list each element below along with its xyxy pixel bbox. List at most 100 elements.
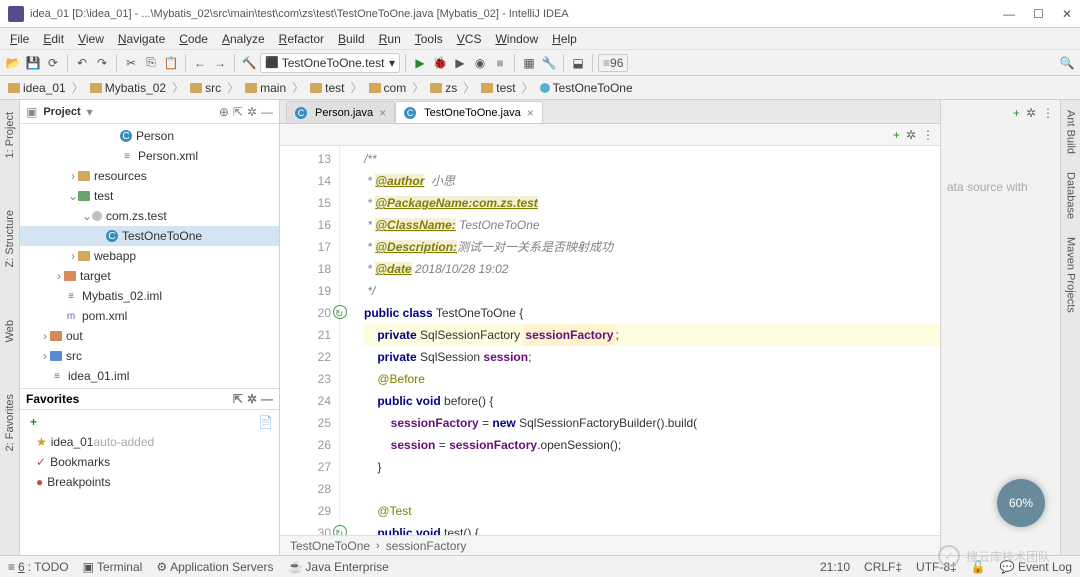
collapse-icon[interactable]: ⇱	[233, 105, 243, 119]
rtab-Ant Build[interactable]: Ant Build	[1065, 106, 1077, 158]
tree-test[interactable]: ⌄test	[20, 186, 279, 206]
crumb-src[interactable]: src	[186, 81, 225, 95]
ltab-2: Favorites[interactable]: 2: Favorites	[4, 388, 16, 457]
vcs-icon[interactable]: ⬓	[569, 54, 587, 72]
rpane-more-icon[interactable]: ⋮	[1042, 106, 1054, 120]
fav-expand-icon[interactable]: ⇱	[233, 392, 243, 406]
tree-Person[interactable]: CPerson	[20, 126, 279, 146]
ltab-1: Project[interactable]: 1: Project	[4, 106, 16, 164]
menu-help[interactable]: Help	[546, 30, 583, 48]
tab-Person.java[interactable]: CPerson.java×	[286, 101, 395, 123]
navbar: idea_01〉Mybatis_02〉src〉main〉test〉com〉zs〉…	[0, 76, 1080, 100]
crumb-test[interactable]: test	[306, 81, 348, 95]
paste-icon[interactable]: 📋	[162, 54, 180, 72]
tree-target[interactable]: ›target	[20, 266, 279, 286]
btab-TODO[interactable]: ≡6: TODO	[8, 560, 69, 574]
btab-Terminal[interactable]: ▣Terminal	[83, 560, 143, 574]
fav-Bookmarks[interactable]: ✓Bookmarks	[20, 452, 279, 472]
tree-src[interactable]: ›src	[20, 346, 279, 366]
editor-tabs: CPerson.java×CTestOneToOne.java×	[280, 100, 940, 124]
scroll-from-icon[interactable]: ⊕	[219, 105, 229, 119]
tree-out[interactable]: ›out	[20, 326, 279, 346]
crumb-main[interactable]: main	[241, 81, 290, 95]
tree-idea_01.iml[interactable]: ≡idea_01.iml	[20, 366, 279, 386]
crumb-idea_01[interactable]: idea_01	[4, 81, 70, 95]
cut-icon[interactable]: ✂	[122, 54, 140, 72]
menu-navigate[interactable]: Navigate	[112, 30, 171, 48]
redo-icon[interactable]: ↷	[93, 54, 111, 72]
code-area[interactable]: /** * @author 小思 * @PackageName:com.zs.t…	[340, 146, 940, 535]
profile-icon[interactable]: ◉	[471, 54, 489, 72]
menu-tools[interactable]: Tools	[409, 30, 449, 48]
project-title: Project	[43, 106, 80, 118]
back-icon[interactable]: ←	[191, 54, 209, 72]
rtab-Database[interactable]: Database	[1065, 168, 1077, 223]
forward-icon[interactable]: →	[211, 54, 229, 72]
fav-hide-icon[interactable]: —	[261, 392, 273, 406]
tree-pom.xml[interactable]: mpom.xml	[20, 306, 279, 326]
menu-edit[interactable]: Edit	[37, 30, 70, 48]
undo-icon[interactable]: ↶	[73, 54, 91, 72]
build-icon[interactable]: 🔨	[240, 54, 258, 72]
settings-icon[interactable]: 🔧	[540, 54, 558, 72]
tree-com.zs.test[interactable]: ⌄com.zs.test	[20, 206, 279, 226]
tree-webapp[interactable]: ›webapp	[20, 246, 279, 266]
menu-refactor[interactable]: Refactor	[273, 30, 330, 48]
tab-TestOneToOne.java[interactable]: CTestOneToOne.java×	[395, 101, 543, 123]
run-icon[interactable]: ▶	[411, 54, 429, 72]
open-icon[interactable]: 📂	[4, 54, 22, 72]
coverage-icon[interactable]: ▶	[451, 54, 469, 72]
toolbar: 📂 💾 ⟳ ↶ ↷ ✂ ⎘ 📋 ← → 🔨 ⬛ TestOneToOne.tes…	[0, 50, 1080, 76]
menu-analyze[interactable]: Analyze	[216, 30, 271, 48]
window-controls[interactable]: — ☐ ✕	[1003, 7, 1072, 21]
ltab-Web[interactable]: Web	[4, 314, 16, 348]
rtab-Maven Projects[interactable]: Maven Projects	[1065, 233, 1077, 317]
maximize-icon[interactable]: ☐	[1033, 7, 1044, 21]
tree-Person.xml[interactable]: ≡Person.xml	[20, 146, 279, 166]
menu-vcs[interactable]: VCS	[451, 30, 488, 48]
crumb-com[interactable]: com	[365, 81, 411, 95]
add-icon[interactable]: +	[893, 128, 900, 142]
crumb-zs[interactable]: zs	[426, 81, 461, 95]
menu-build[interactable]: Build	[332, 30, 371, 48]
editor-breadcrumb[interactable]: TestOneToOne › sessionFactory	[280, 535, 940, 555]
project-tree[interactable]: CPerson≡Person.xml›resources⌄test⌄com.zs…	[20, 124, 279, 388]
crumb-TestOneToOne[interactable]: TestOneToOne	[536, 81, 637, 95]
menu-file[interactable]: File	[4, 30, 35, 48]
btab-Java Enterprise[interactable]: ☕Java Enterprise	[287, 560, 388, 574]
search-icon[interactable]: 🔍	[1058, 54, 1076, 72]
tree-Mybatis_02.iml[interactable]: ≡Mybatis_02.iml	[20, 286, 279, 306]
stop-icon[interactable]: ■	[491, 54, 509, 72]
save-icon[interactable]: 💾	[24, 54, 42, 72]
gear-icon[interactable]: ✲	[247, 105, 257, 119]
tree-resources[interactable]: ›resources	[20, 166, 279, 186]
menu-code[interactable]: Code	[173, 30, 214, 48]
hide-icon[interactable]: —	[261, 105, 273, 119]
btab-Application Servers[interactable]: ⚙Application Servers	[156, 560, 273, 574]
minimize-icon[interactable]: —	[1003, 7, 1015, 21]
crumb-Mybatis_02[interactable]: Mybatis_02	[86, 81, 170, 95]
crumb-test[interactable]: test	[477, 81, 519, 95]
fav-idea_01[interactable]: ★idea_01 auto-added	[20, 432, 279, 452]
watermark: ✓搜云库技术团队	[938, 545, 1050, 567]
structure-icon[interactable]: ▦	[520, 54, 538, 72]
menu-window[interactable]: Window	[489, 30, 544, 48]
copy-icon[interactable]: ⎘	[142, 54, 160, 72]
fav-gear-icon[interactable]: ✲	[247, 392, 257, 406]
app-icon	[8, 6, 24, 22]
fav-add[interactable]: +📄	[20, 412, 279, 432]
fav-Breakpoints[interactable]: ●Breakpoints	[20, 472, 279, 492]
tree-TestOneToOne[interactable]: CTestOneToOne	[20, 226, 279, 246]
rpane-gear-icon[interactable]: ✲	[1026, 106, 1036, 120]
debug-icon[interactable]: 🐞	[431, 54, 449, 72]
line-sep[interactable]: CRLF‡	[864, 560, 902, 574]
sync-icon[interactable]: ⟳	[44, 54, 62, 72]
rpane-add-icon[interactable]: +	[1013, 106, 1020, 120]
ltab-Z: Structure[interactable]: Z: Structure	[4, 204, 16, 273]
run-config-select[interactable]: ⬛ TestOneToOne.test ▾	[260, 53, 400, 73]
close-icon[interactable]: ✕	[1062, 7, 1072, 21]
menu-view[interactable]: View	[72, 30, 110, 48]
tool-gear-icon[interactable]: ✲	[906, 128, 916, 142]
tool-more-icon[interactable]: ⋮	[922, 128, 934, 142]
menu-run[interactable]: Run	[373, 30, 407, 48]
